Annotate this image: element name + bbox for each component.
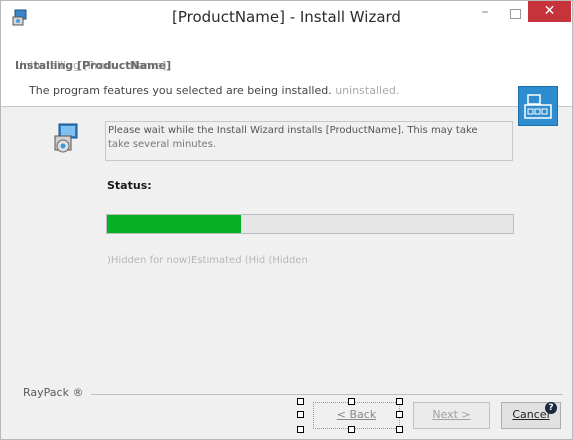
minimize-button[interactable]: – — [471, 3, 499, 25]
status-label: Status: — [107, 179, 152, 192]
selection-handle[interactable] — [297, 411, 304, 418]
selection-handle[interactable] — [348, 426, 355, 433]
selection-handle[interactable] — [396, 398, 403, 405]
close-button[interactable]: ✕ — [528, 1, 571, 22]
selection-handle[interactable] — [396, 426, 403, 433]
title-bar: [ProductName] - Install Wizard – ✕ — [1, 1, 572, 34]
maximize-button[interactable] — [502, 3, 528, 25]
selection-handle[interactable] — [396, 411, 403, 418]
selection-handle[interactable] — [297, 398, 304, 405]
cancel-button-label: Cancel — [512, 408, 550, 421]
install-package-icon — [51, 122, 81, 156]
header-description-text: The program features you selected are be… — [29, 84, 332, 97]
wait-message-line1: Please wait while the Install Wizard ins… — [108, 125, 478, 136]
progress-bar — [106, 214, 514, 234]
install-wizard-window: [ProductName] - Install Wizard – ✕ Unins… — [0, 0, 573, 440]
help-icon[interactable]: ? — [545, 402, 557, 414]
maximize-icon — [510, 9, 521, 19]
wizard-header: Uninstalling [ProductName] Installing [P… — [1, 34, 572, 126]
selection-handle[interactable] — [297, 426, 304, 433]
hidden-status-text: )Hidden for now)Estimated (Hid (Hidden — [107, 255, 308, 266]
brand-label: RayPack ® — [23, 386, 84, 399]
wait-message-box: Please wait while the Install Wizard ins… — [105, 121, 513, 161]
next-button-label: Next > — [432, 408, 471, 421]
header-title-text: Installing [ProductName] — [15, 59, 172, 72]
back-button-label: < Back — [336, 408, 377, 421]
footer-divider — [91, 394, 563, 395]
header-title: Uninstalling [ProductName] Installing [P… — [15, 59, 171, 72]
selection-handle[interactable] — [348, 398, 355, 405]
back-button[interactable]: < Back — [313, 402, 400, 429]
header-description-overlap: uninstalled. — [335, 84, 400, 97]
header-description: The program features you selected are be… — [29, 84, 399, 97]
wait-message-line2: take several minutes. — [108, 139, 217, 150]
progress-fill — [107, 215, 241, 233]
next-button[interactable]: Next > — [413, 402, 490, 429]
wizard-content: Please wait while the Install Wizard ins… — [1, 107, 572, 379]
